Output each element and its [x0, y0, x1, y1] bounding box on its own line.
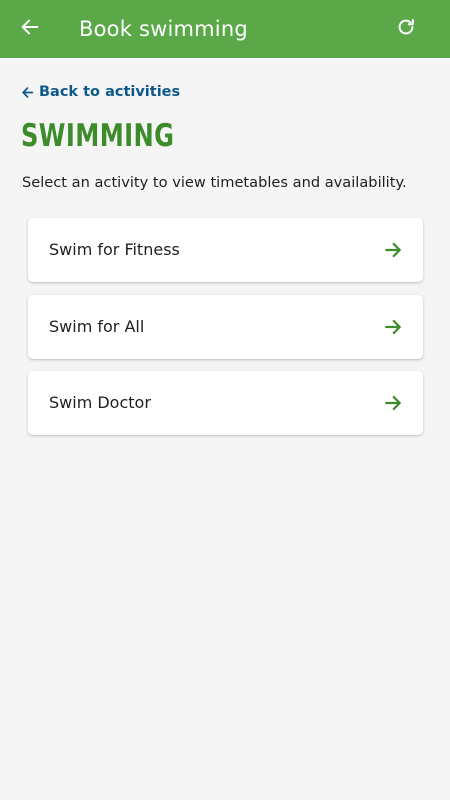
page-title: SWIMMING: [21, 118, 175, 154]
activity-label: Swim for All: [49, 317, 145, 336]
arrow-right-icon: [383, 393, 403, 413]
activity-card-swim-doctor[interactable]: Swim Doctor: [28, 371, 423, 435]
back-button[interactable]: [12, 11, 48, 47]
back-link-label: Back to activities: [39, 84, 181, 100]
refresh-button[interactable]: [388, 11, 424, 47]
arrow-right-icon: [383, 240, 403, 260]
activity-card-swim-for-fitness[interactable]: Swim for Fitness: [28, 218, 423, 282]
arrow-right-icon: [383, 317, 403, 337]
app-bar-title: Book swimming: [79, 17, 248, 41]
activity-label: Swim for Fitness: [49, 240, 180, 259]
arrow-left-icon: [21, 86, 34, 99]
activity-card-swim-for-all[interactable]: Swim for All: [28, 295, 423, 359]
app-bar: Book swimming: [0, 0, 450, 58]
activity-label: Swim Doctor: [49, 393, 151, 412]
refresh-icon: [395, 16, 417, 42]
page-intro: Select an activity to view timetables an…: [22, 174, 407, 191]
back-to-activities-link[interactable]: Back to activities: [21, 82, 180, 102]
arrow-left-icon: [19, 16, 41, 42]
